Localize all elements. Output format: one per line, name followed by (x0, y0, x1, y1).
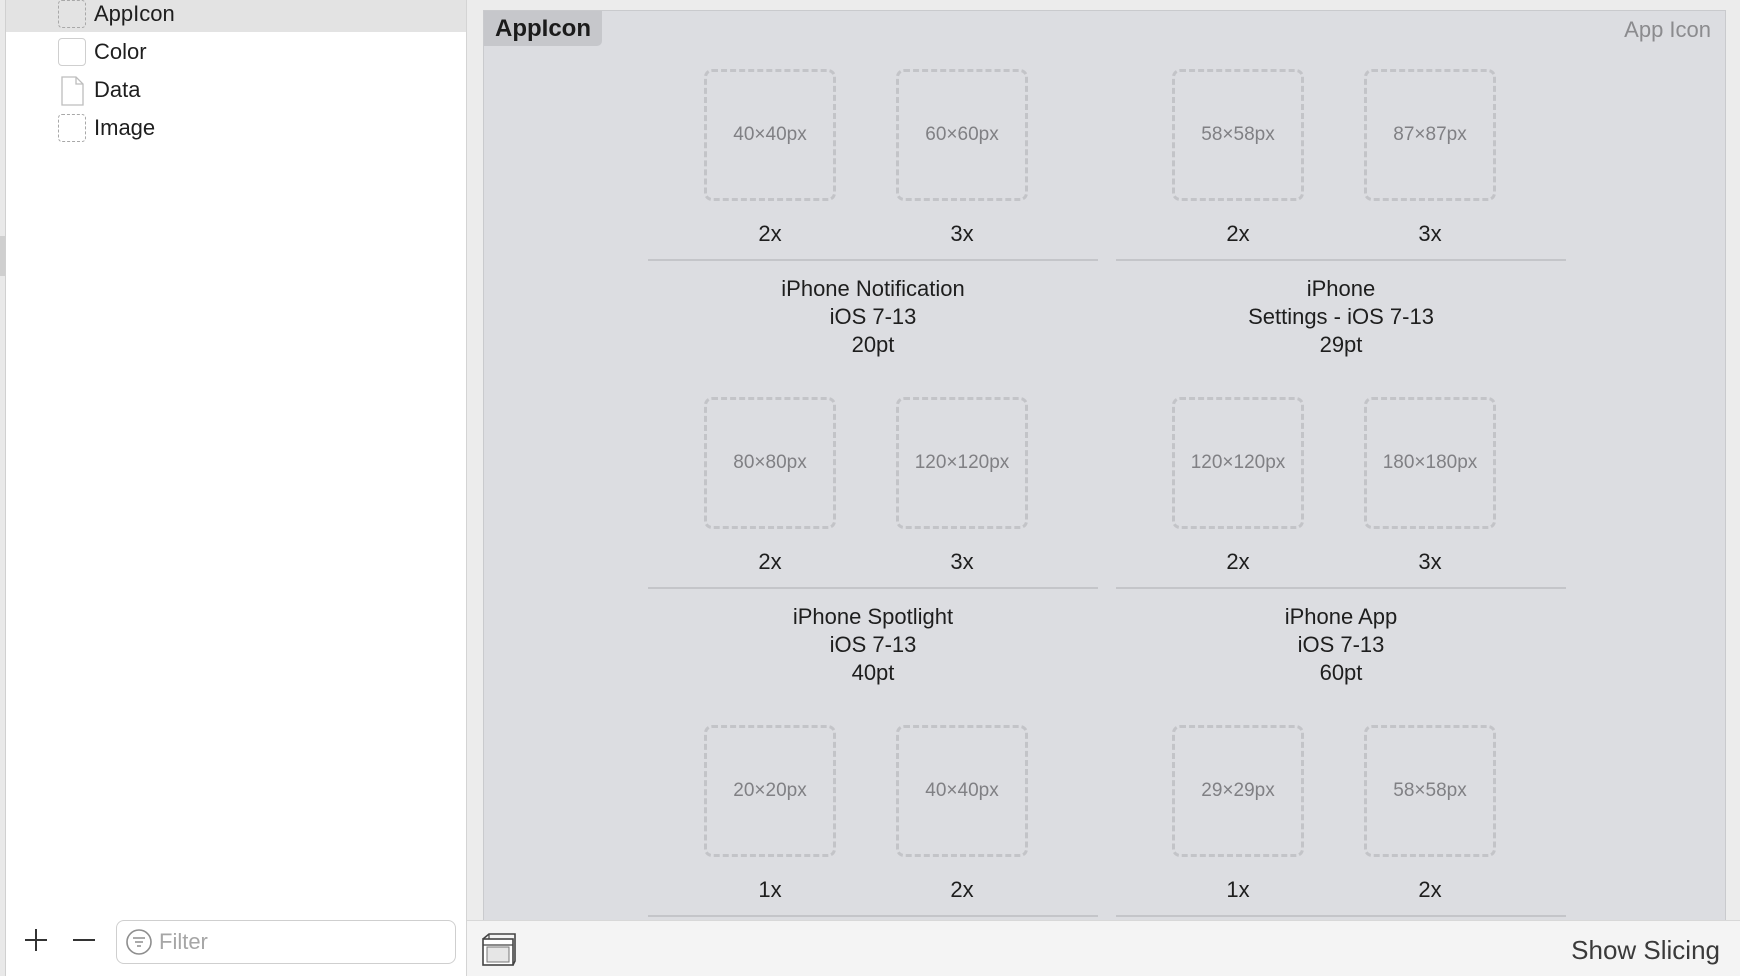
scale-label: 3x (1418, 549, 1442, 574)
asset-item-data[interactable]: Data (6, 72, 466, 108)
asset-item-label: Image (94, 115, 156, 140)
scale-label: 1x (758, 877, 782, 902)
scale-label: 2x (950, 877, 974, 902)
icon-slot: 58×58px 2x (1364, 725, 1496, 902)
group-os: Settings - iOS 7-13 (1248, 304, 1434, 329)
scale-label: 2x (1226, 221, 1250, 246)
group-label: iPhone Notification iOS 7-13 20pt (648, 275, 1098, 359)
asset-list-sidebar: AppIcon Color Data Image (0, 0, 467, 976)
add-asset-button[interactable] (20, 924, 52, 956)
scale-label: 2x (1226, 549, 1250, 574)
edge-marker (0, 236, 5, 276)
scale-label: 2x (758, 549, 782, 574)
group-point-size: 20pt (851, 332, 895, 357)
group-divider (1116, 587, 1566, 589)
icon-slot: 120×120px 3x (896, 397, 1028, 574)
group-point-size: 29pt (1319, 332, 1363, 357)
group-name: iPhone (1306, 276, 1376, 301)
editor-bottom-bar: Show Slicing (467, 920, 1740, 976)
appicon-icon (58, 0, 86, 28)
icon-slot: 40×40px 2x (704, 69, 836, 246)
icon-slot: 20×20px 1x (704, 725, 836, 902)
filter-input[interactable] (159, 929, 439, 955)
remove-asset-button[interactable] (68, 924, 100, 956)
group-label: iPhone App iOS 7-13 60pt (1116, 603, 1566, 687)
scale-label: 3x (950, 221, 974, 246)
slicing-toggle-button[interactable] (481, 933, 517, 967)
icon-slot: 80×80px 2x (704, 397, 836, 574)
icon-drop-well[interactable]: 87×87px (1364, 69, 1496, 201)
scale-label: 3x (1418, 221, 1442, 246)
icon-drop-well[interactable]: 80×80px (704, 397, 836, 529)
icon-drop-well[interactable]: 60×60px (896, 69, 1028, 201)
icon-drop-well[interactable]: 120×120px (896, 397, 1028, 529)
group-point-size: 60pt (1319, 660, 1363, 685)
icon-drop-well[interactable]: 180×180px (1364, 397, 1496, 529)
icon-drop-well[interactable]: 58×58px (1172, 69, 1304, 201)
asset-item-appicon[interactable]: AppIcon (6, 0, 466, 32)
scale-label: 3x (950, 549, 974, 574)
color-set-icon (58, 38, 86, 66)
icon-drop-well[interactable]: 58×58px (1364, 725, 1496, 857)
icon-slot: 180×180px 3x (1364, 397, 1496, 574)
group-os: iOS 7-13 (829, 304, 917, 329)
filter-icon (126, 929, 152, 955)
plus-icon (25, 929, 47, 951)
group-divider (648, 915, 1098, 917)
set-name-tab[interactable]: AppIcon (484, 11, 602, 46)
icon-drop-well[interactable]: 120×120px (1172, 397, 1304, 529)
group-label: iPhone Spotlight iOS 7-13 40pt (648, 603, 1098, 687)
group-name: iPhone App (1284, 604, 1398, 629)
slicing-toggle-icon (482, 933, 516, 966)
show-slicing-button[interactable]: Show Slicing (1571, 935, 1720, 966)
group-name: iPhone Spotlight (792, 604, 954, 629)
icon-slot: 87×87px 3x (1364, 69, 1496, 246)
group-divider (1116, 915, 1566, 917)
set-kind-label: App Icon (1624, 17, 1711, 42)
group-os: iOS 7-13 (829, 632, 917, 657)
icon-slot: 60×60px 3x (896, 69, 1028, 246)
group-divider (1116, 259, 1566, 261)
filter-field[interactable] (116, 920, 456, 964)
minus-icon (73, 939, 95, 941)
group-name: iPhone Notification (781, 276, 965, 301)
image-set-icon (58, 114, 86, 142)
group-label: iPhone Settings - iOS 7-13 29pt (1116, 275, 1566, 359)
asset-item-label: Data (94, 77, 141, 102)
icon-slot: 29×29px 1x (1172, 725, 1304, 902)
asset-item-image[interactable]: Image (6, 110, 466, 146)
icon-drop-well[interactable]: 29×29px (1172, 725, 1304, 857)
navigator-edge (0, 0, 6, 976)
icon-drop-well[interactable]: 20×20px (704, 725, 836, 857)
icon-slot: 58×58px 2x (1172, 69, 1304, 246)
group-divider (648, 259, 1098, 261)
asset-editor: AppIcon App Icon 40×40px 2x 60×60px 3x i… (467, 0, 1740, 976)
scale-label: 2x (1418, 877, 1442, 902)
group-divider (648, 587, 1098, 589)
asset-item-label: Color (94, 39, 147, 64)
asset-item-label: AppIcon (94, 1, 175, 26)
scale-label: 2x (758, 221, 782, 246)
icon-drop-well[interactable]: 40×40px (704, 69, 836, 201)
scale-label: 1x (1226, 877, 1250, 902)
sidebar-toolbar (6, 904, 466, 976)
data-file-icon (58, 76, 86, 106)
group-point-size: 40pt (851, 660, 895, 685)
asset-item-color[interactable]: Color (6, 34, 466, 70)
icon-slot: 40×40px 2x (896, 725, 1028, 902)
group-os: iOS 7-13 (1297, 632, 1385, 657)
appicon-canvas: AppIcon App Icon 40×40px 2x 60×60px 3x i… (483, 10, 1726, 920)
icon-slot: 120×120px 2x (1172, 397, 1304, 574)
icon-drop-well[interactable]: 40×40px (896, 725, 1028, 857)
